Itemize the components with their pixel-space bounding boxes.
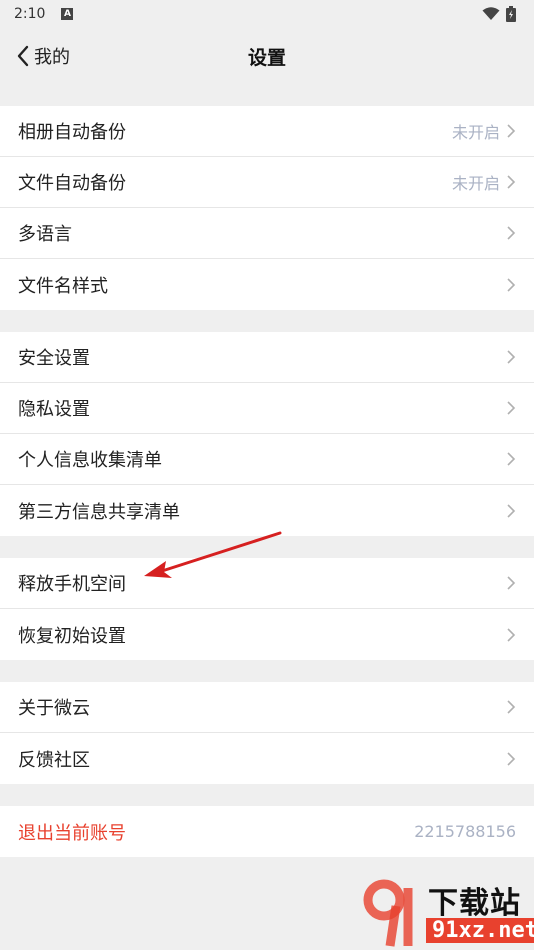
settings-group-privacy: 安全设置 隐私设置 个人信息收集清单 第三方信息共享清单 xyxy=(0,332,534,536)
settings-item-feedback[interactable]: 反馈社区 xyxy=(0,733,534,784)
settings-item-status: 未开启 xyxy=(451,123,500,142)
watermark-site: 91xz.net xyxy=(426,918,534,943)
settings-item-label: 个人信息收集清单 xyxy=(18,450,162,471)
settings-item-privacy[interactable]: 隐私设置 xyxy=(0,383,534,434)
settings-item-personal-info-list[interactable]: 个人信息收集清单 xyxy=(0,434,534,485)
battery-icon xyxy=(506,6,516,22)
settings-item-label: 安全设置 xyxy=(18,348,90,369)
settings-item-third-party-list[interactable]: 第三方信息共享清单 xyxy=(0,485,534,536)
notification-a-icon: A xyxy=(61,8,74,20)
status-time: 2:10 xyxy=(14,6,46,22)
chevron-right-icon xyxy=(507,576,516,590)
wifi-icon xyxy=(482,7,500,20)
settings-group-storage: 释放手机空间 恢复初始设置 xyxy=(0,558,534,660)
chevron-right-icon xyxy=(507,452,516,466)
chevron-right-icon xyxy=(507,277,516,292)
back-button[interactable]: 我的 xyxy=(16,28,70,84)
settings-item-language[interactable]: 多语言 xyxy=(0,208,534,259)
chevron-right-icon xyxy=(507,503,516,518)
settings-item-label: 关于微云 xyxy=(18,698,90,719)
settings-item-free-space[interactable]: 释放手机空间 xyxy=(0,558,534,609)
chevron-right-icon xyxy=(507,124,516,138)
watermark-logo-icon xyxy=(363,879,413,947)
settings-group-logout: 退出当前账号 2215788156 xyxy=(0,806,534,857)
settings-item-label: 文件自动备份 xyxy=(18,173,126,194)
chevron-right-icon xyxy=(507,627,516,642)
settings-item-label: 相册自动备份 xyxy=(18,122,126,143)
settings-item-status: 未开启 xyxy=(451,174,500,193)
account-number: 2215788156 xyxy=(414,822,516,841)
settings-item-label: 文件名样式 xyxy=(18,275,108,297)
settings-item-reset[interactable]: 恢复初始设置 xyxy=(0,609,534,660)
settings-item-security[interactable]: 安全设置 xyxy=(0,332,534,383)
chevron-right-icon xyxy=(507,175,516,189)
settings-item-label: 释放手机空间 xyxy=(18,574,126,595)
chevron-right-icon xyxy=(507,226,516,240)
page-title: 设置 xyxy=(247,46,286,69)
settings-item-label: 第三方信息共享清单 xyxy=(18,501,180,523)
back-label: 我的 xyxy=(34,47,70,68)
settings-item-file-backup[interactable]: 文件自动备份 未开启 xyxy=(0,157,534,208)
settings-item-about[interactable]: 关于微云 xyxy=(0,682,534,733)
watermark: 下载站 91xz.net xyxy=(360,878,534,948)
settings-group-about: 关于微云 反馈社区 xyxy=(0,682,534,784)
chevron-left-icon xyxy=(17,45,29,67)
status-bar: 2:10 A xyxy=(0,0,534,28)
settings-item-label: 多语言 xyxy=(18,224,72,245)
chevron-right-icon xyxy=(507,751,516,766)
watermark-brand: 下载站 xyxy=(428,886,521,921)
logout-label: 退出当前账号 xyxy=(18,822,126,844)
settings-item-label: 恢复初始设置 xyxy=(18,625,126,647)
settings-item-album-backup[interactable]: 相册自动备份 未开启 xyxy=(0,106,534,157)
chevron-right-icon xyxy=(507,700,516,714)
nav-bar: 我的 设置 xyxy=(0,28,534,84)
chevron-right-icon xyxy=(507,350,516,364)
settings-group-backup: 相册自动备份 未开启 文件自动备份 未开启 多语言 文件名样式 xyxy=(0,106,534,310)
settings-item-label: 隐私设置 xyxy=(18,399,90,420)
chevron-right-icon xyxy=(507,401,516,415)
logout-button[interactable]: 退出当前账号 2215788156 xyxy=(0,806,534,857)
settings-item-label: 反馈社区 xyxy=(18,749,90,771)
settings-item-filename-style[interactable]: 文件名样式 xyxy=(0,259,534,310)
